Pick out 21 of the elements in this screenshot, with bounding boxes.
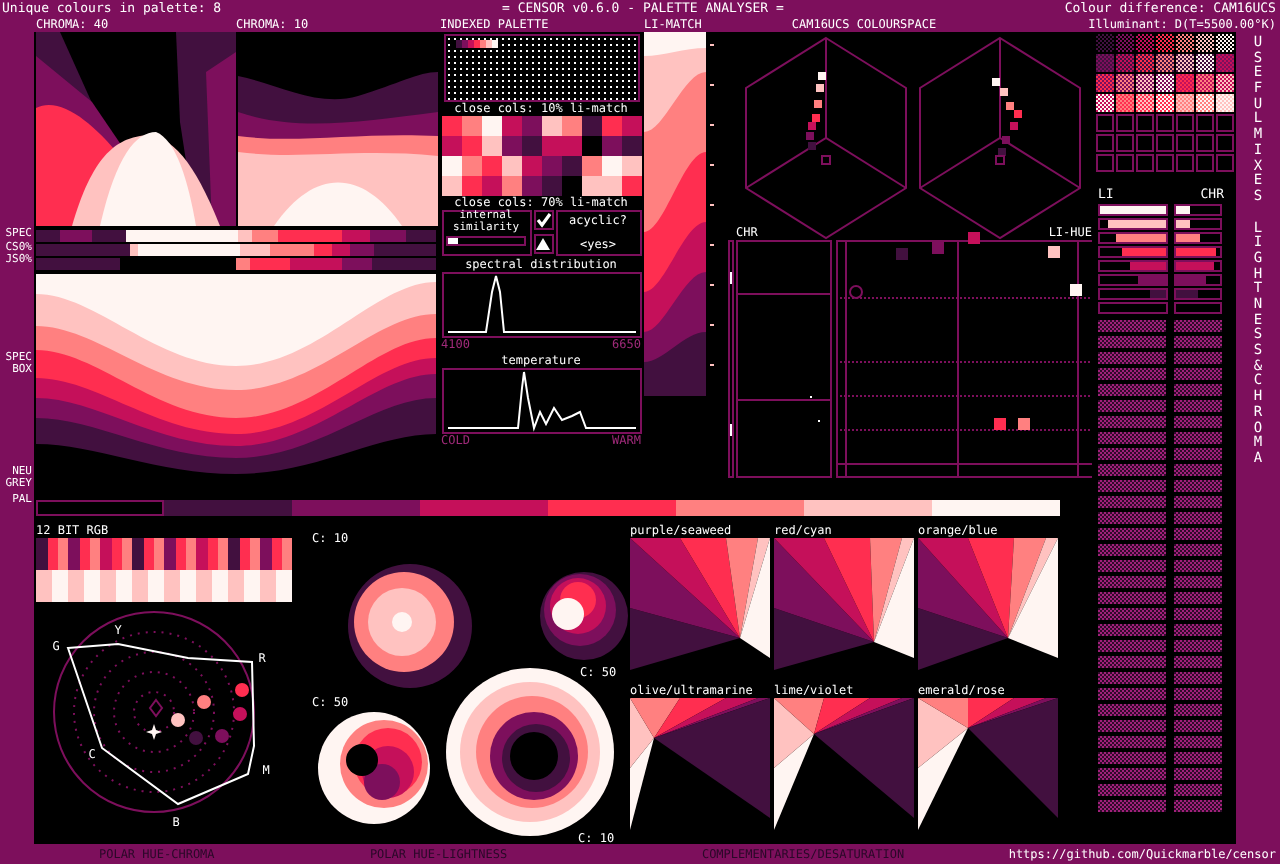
colour-disc [348, 564, 472, 688]
colour-point [235, 683, 249, 697]
checkbox[interactable] [533, 210, 553, 230]
triangle-button[interactable] [533, 234, 553, 254]
colour-point [197, 695, 211, 709]
colour-point [233, 707, 247, 721]
complementary-gradient [918, 538, 1058, 670]
complementary-gradient [774, 698, 914, 830]
complementary-gradient [630, 538, 770, 670]
complementary-gradient [774, 538, 914, 670]
triangle-icon [536, 238, 550, 250]
star-icon [146, 724, 162, 740]
complementary-gradient [918, 698, 1058, 830]
colour-point [189, 731, 203, 745]
colour-point [171, 713, 185, 727]
colour-point [215, 729, 229, 743]
diamond-icon [148, 698, 164, 718]
complementary-gradient [630, 698, 770, 830]
similarity-slider[interactable] [446, 236, 526, 246]
colour-disc [318, 712, 430, 824]
colour-disc [540, 572, 628, 660]
